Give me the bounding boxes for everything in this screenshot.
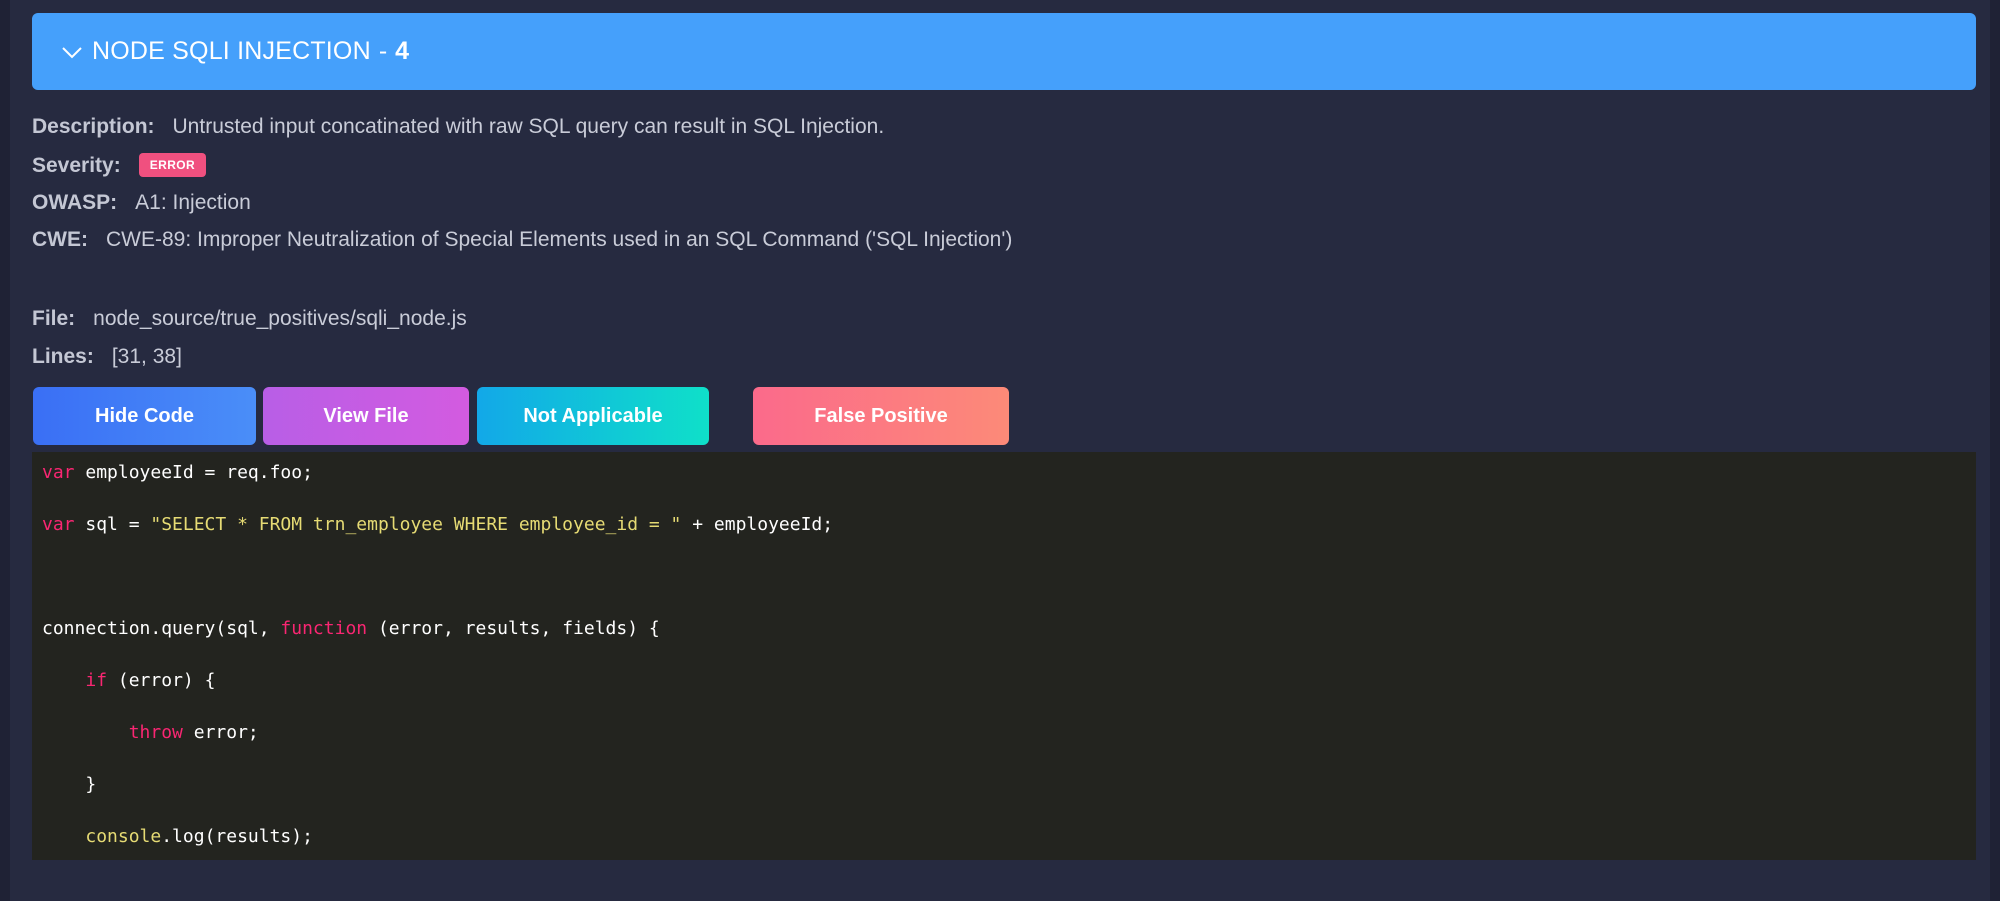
description-row: Description: Untrusted input concatinated… [32,115,884,139]
false-positive-button[interactable]: False Positive [753,387,1009,445]
finding-count: 4 [395,37,410,65]
finding-title: NODE SQLI INJECTION [92,37,371,65]
lines-row: Lines: [31, 38] [32,345,182,369]
code-line-4: if (error) { [85,670,216,691]
cwe-value: CWE-89: Improper Neutralization of Speci… [106,228,1013,251]
severity-label: Severity: [32,154,121,177]
description-label: Description: [32,115,155,138]
file-path: node_source/true_positives/sqli_node.js [93,307,467,330]
title-separator: - [378,37,388,65]
not-applicable-button[interactable]: Not Applicable [477,387,709,445]
owasp-label: OWASP: [32,191,118,214]
description-value: Untrusted input concatinated with raw SQ… [172,115,885,138]
owasp-value: A1: Injection [135,191,251,214]
code-snippet: var employeeId = req.foo; var sql = "SEL… [32,452,1976,860]
chevron-down-icon [62,46,82,58]
view-file-button[interactable]: View File [263,387,469,445]
hide-code-button[interactable]: Hide Code [33,387,256,445]
code-line-3: connection.query(sql, function (error, r… [42,618,660,639]
code-line-5: throw error; [128,722,259,743]
file-row: File: node_source/true_positives/sqli_nod… [32,307,467,331]
code-line-2: var sql = "SELECT * FROM trn_employee WH… [42,514,834,535]
file-label: File: [32,307,76,330]
finding-panel: NODE SQLI INJECTION - 4 Description: Untr… [10,0,1990,901]
owasp-row: OWASP: A1: Injection [32,191,251,215]
severity-badge: ERROR [138,153,207,177]
code-line-6: } [42,774,97,795]
lines-label: Lines: [32,345,94,368]
cwe-label: CWE: [32,228,88,251]
severity-row: Severity: ERROR [32,153,207,178]
code-line-1: var employeeId = req.foo; [42,462,313,483]
cwe-row: CWE: CWE-89: Improper Neutralization of S… [32,228,1012,252]
finding-header[interactable]: NODE SQLI INJECTION - 4 [32,13,1976,90]
code-line-7: console.log(results); [85,826,313,847]
lines-value: [31, 38] [111,345,182,368]
